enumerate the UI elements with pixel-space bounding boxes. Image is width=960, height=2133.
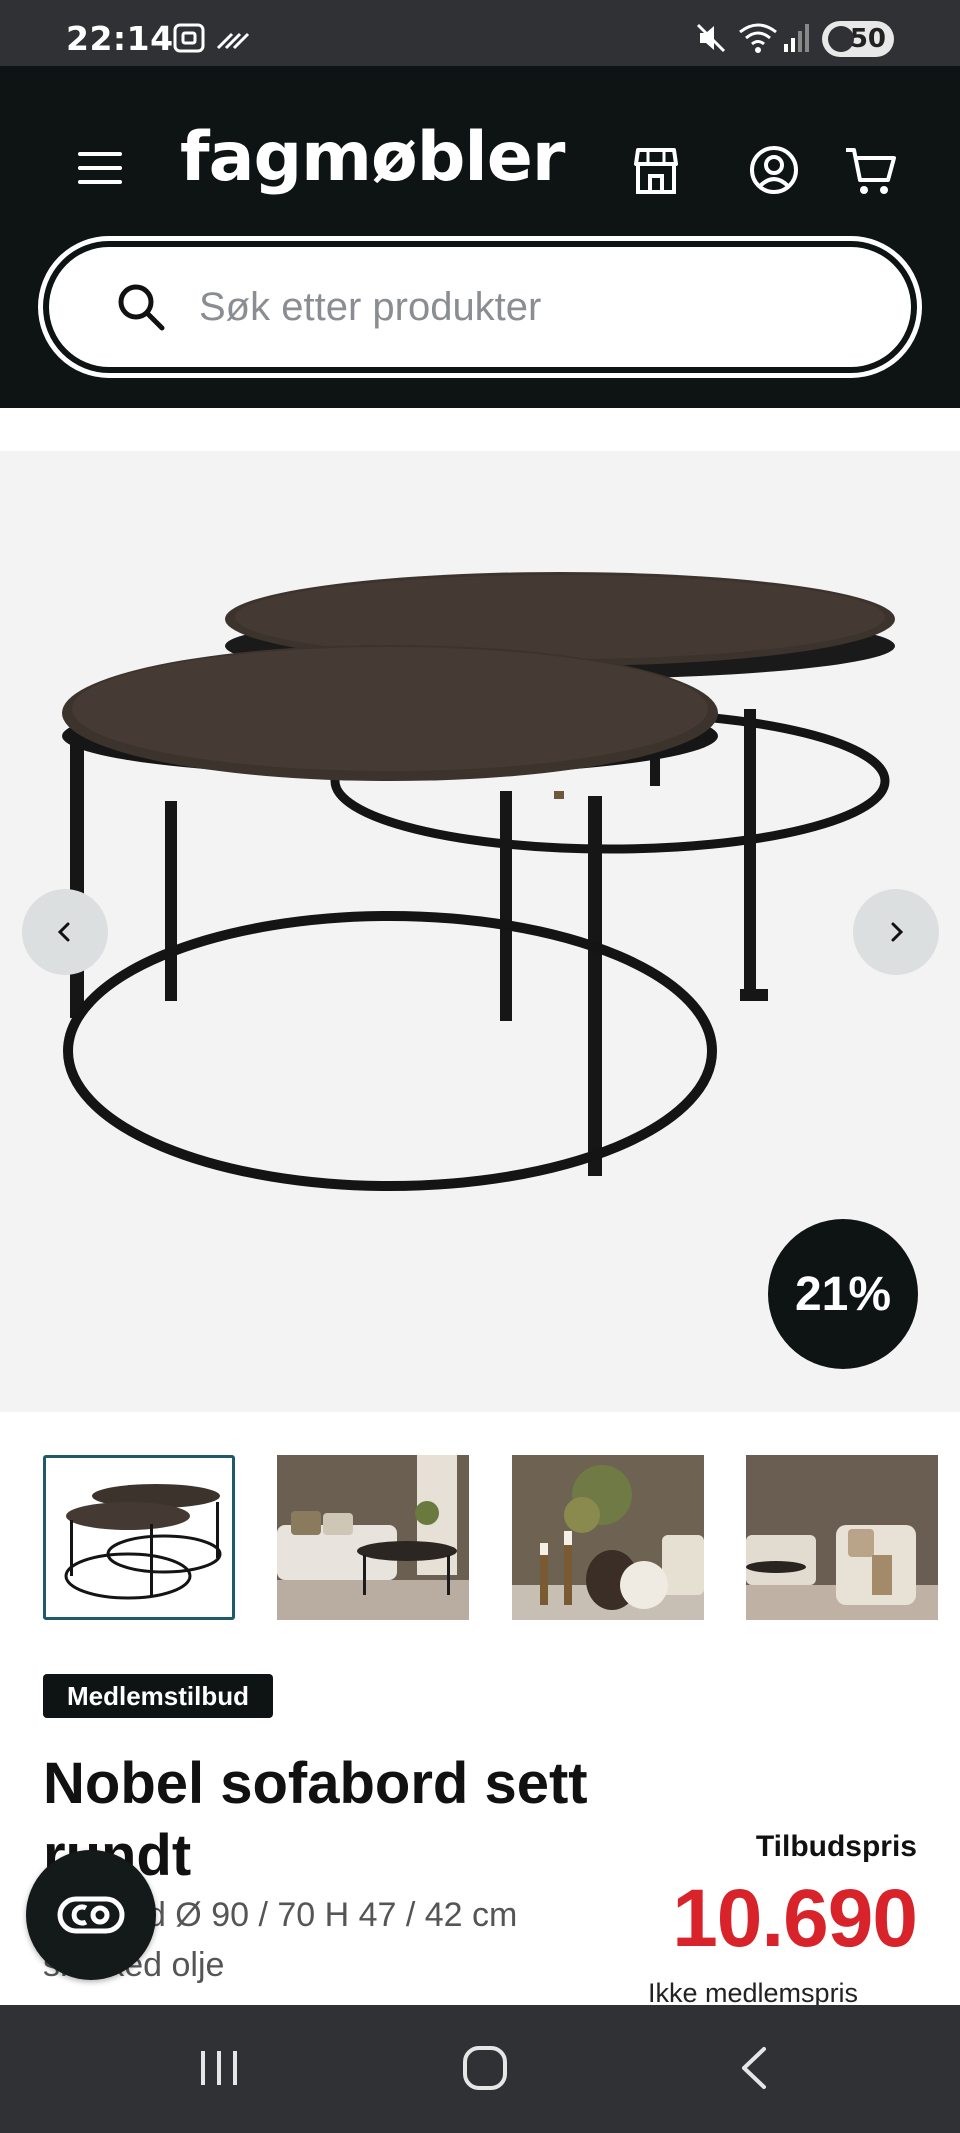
search-bar <box>38 236 922 378</box>
menu-icon[interactable] <box>78 152 122 188</box>
site-header: fagmøbler <box>0 66 960 408</box>
offer-price: 10.690 <box>672 1873 918 1964</box>
back-icon[interactable] <box>730 2043 780 2093</box>
signal-strength-icon <box>216 32 250 50</box>
chat-icon <box>57 1896 125 1934</box>
cart-icon[interactable] <box>842 142 898 198</box>
home-icon[interactable] <box>460 2043 510 2093</box>
screenshot-icon <box>173 23 205 53</box>
offer-price-label: Tilbudspris <box>755 1830 917 1863</box>
recent-apps-icon[interactable] <box>194 2043 244 2093</box>
status-bar: 22:14 50 <box>0 0 960 66</box>
battery-indicator: 50 <box>822 21 894 57</box>
search-box[interactable] <box>49 247 911 367</box>
mute-icon <box>696 23 726 53</box>
search-icon[interactable] <box>115 281 167 333</box>
carousel-next-button[interactable] <box>853 889 939 975</box>
store-icon[interactable] <box>628 142 684 198</box>
battery-level: 50 <box>849 24 886 54</box>
system-navigation-bar <box>0 2005 960 2133</box>
discount-badge: 21% <box>768 1219 918 1369</box>
site-logo[interactable]: fagmøbler <box>180 118 565 197</box>
thumbnail-strip <box>0 1455 960 1620</box>
wifi-icon <box>739 23 777 53</box>
carousel-prev-button[interactable] <box>22 889 108 975</box>
member-offer-tag: Medlemstilbud <box>43 1674 274 1718</box>
status-time: 22:14 <box>66 19 174 58</box>
battery-saver-icon <box>828 26 854 52</box>
thumbnail-4[interactable] <box>746 1455 938 1620</box>
thumbnail-3[interactable] <box>512 1455 704 1620</box>
thumbnail-2[interactable] <box>277 1455 469 1620</box>
search-input[interactable] <box>199 265 839 349</box>
chevron-left-icon <box>57 922 70 942</box>
account-icon[interactable] <box>746 142 802 198</box>
thumbnail-1[interactable] <box>43 1455 235 1620</box>
cellular-icon <box>784 24 809 52</box>
chat-button[interactable] <box>26 1850 156 1980</box>
product-image-carousel[interactable]: 21% <box>0 451 960 1412</box>
chevron-right-icon <box>891 922 904 942</box>
